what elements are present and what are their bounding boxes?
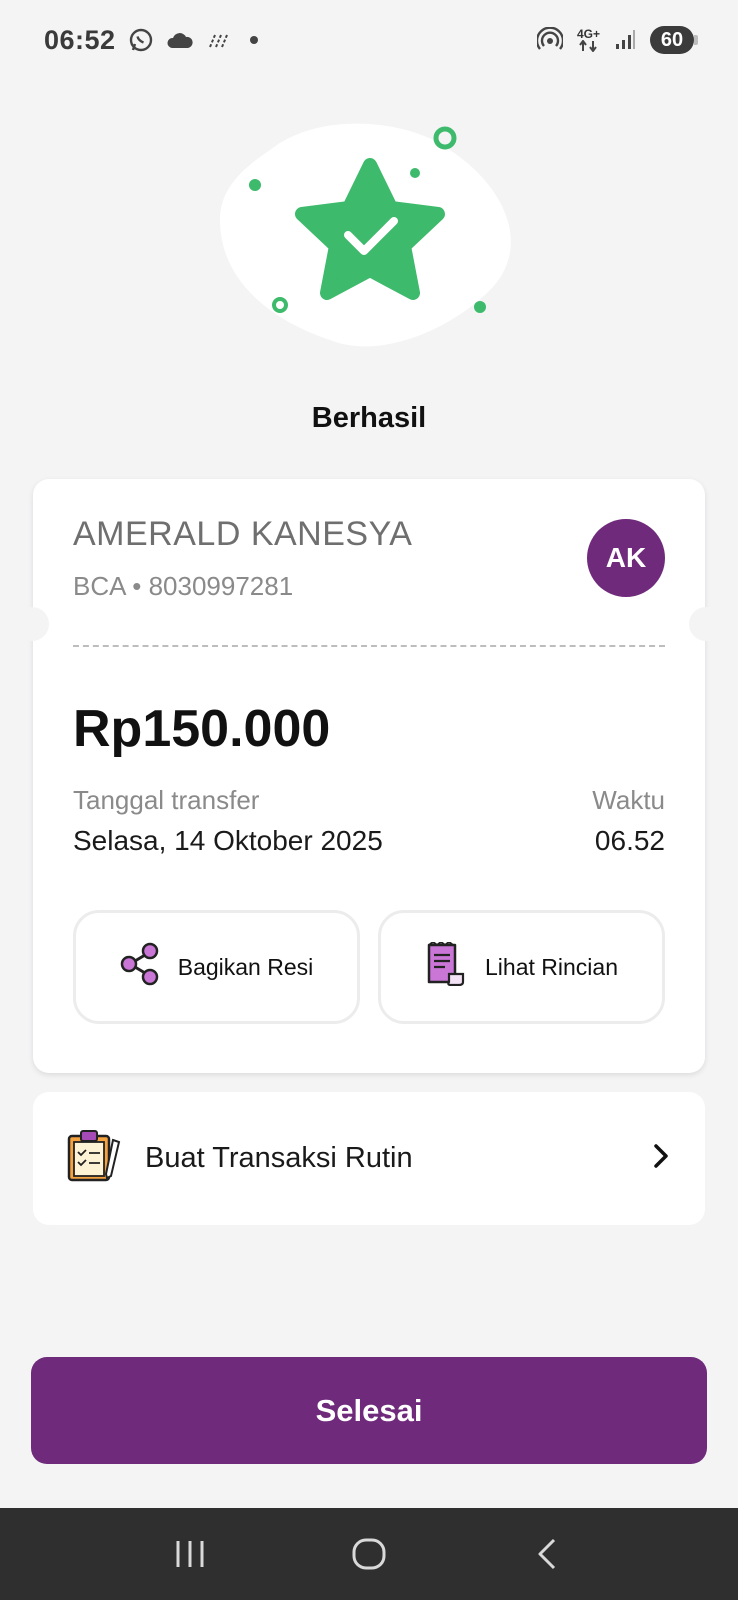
battery-icon: 60 bbox=[650, 26, 698, 54]
success-illustration bbox=[0, 110, 738, 370]
recipient-account: BCA • 8030997281 bbox=[73, 571, 294, 601]
transfer-amount: Rp150.000 bbox=[73, 700, 331, 758]
back-icon[interactable] bbox=[518, 1524, 578, 1584]
receipt-icon bbox=[425, 940, 467, 992]
dashed-divider bbox=[73, 645, 665, 647]
finish-button-label: Selesai bbox=[315, 1392, 423, 1428]
recent-apps-icon[interactable] bbox=[160, 1524, 220, 1584]
share-icon bbox=[120, 942, 160, 992]
status-bar: 06:52 4G+ 60 bbox=[0, 0, 738, 80]
receipt-card: AMERALD KANESYA BCA • 8030997281 AK Rp15… bbox=[15, 479, 723, 1073]
network-arrows-icon: 4G+ bbox=[577, 28, 600, 52]
view-details-label: Lihat Rincian bbox=[485, 953, 618, 980]
transfer-success-screen: 06:52 4G+ 60 Berhasil AMERALD KANESYA BC… bbox=[0, 0, 738, 1600]
home-icon[interactable] bbox=[339, 1524, 399, 1584]
battery-level: 60 bbox=[660, 28, 684, 51]
clipboard-icon bbox=[67, 1130, 123, 1187]
system-navigation-bar bbox=[0, 1508, 738, 1600]
status-left: 06:52 bbox=[44, 25, 258, 56]
success-star-check-icon bbox=[220, 123, 511, 347]
date-value: Selasa, 14 Oktober 2025 bbox=[73, 825, 383, 856]
signal-icon bbox=[614, 29, 636, 51]
ticket-notch-right bbox=[689, 607, 723, 641]
page-title: Berhasil bbox=[311, 402, 427, 434]
cloud-icon bbox=[166, 30, 194, 50]
avatar-initials: AK bbox=[605, 542, 647, 573]
finish-button[interactable]: Selesai bbox=[31, 1357, 707, 1464]
ticket-notch-left bbox=[15, 607, 49, 641]
time-label: Waktu bbox=[592, 785, 665, 815]
time-value: 06.52 bbox=[594, 825, 665, 856]
chevron-right-icon bbox=[651, 1142, 671, 1175]
avatar: AK bbox=[587, 519, 665, 597]
create-routine-transaction[interactable]: Buat Transaksi Rutin bbox=[33, 1092, 705, 1225]
view-details-button[interactable]: Lihat Rincian bbox=[378, 910, 665, 1024]
notification-dot-icon bbox=[249, 36, 258, 44]
rain-icon bbox=[206, 31, 230, 49]
status-right: 4G+ 60 bbox=[536, 26, 698, 54]
share-receipt-button[interactable]: Bagikan Resi bbox=[73, 910, 360, 1024]
whatsapp-icon bbox=[128, 27, 154, 53]
status-time: 06:52 bbox=[44, 24, 116, 55]
network-type: 4G+ bbox=[576, 27, 600, 41]
date-label: Tanggal transfer bbox=[73, 785, 260, 815]
hotspot-icon bbox=[536, 27, 563, 53]
routine-label: Buat Transaksi Rutin bbox=[145, 1142, 413, 1174]
share-receipt-label: Bagikan Resi bbox=[177, 953, 314, 980]
recipient-name: AMERALD KANESYA bbox=[73, 515, 413, 553]
